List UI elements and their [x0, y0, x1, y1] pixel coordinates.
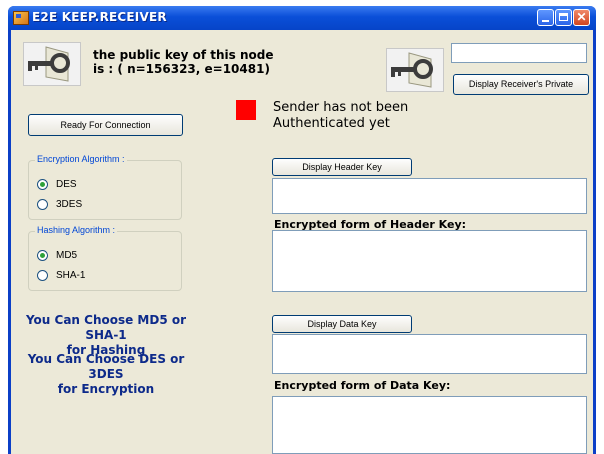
public-key-line2: is : ( n=156323, e=10481): [93, 62, 270, 76]
minimize-button[interactable]: [537, 9, 554, 26]
encryption-note-line1: You Can Choose DES or 3DES: [27, 352, 185, 381]
minimize-icon: [542, 20, 549, 22]
window-title: E2E KEEP.RECEIVER: [32, 10, 167, 24]
radio-des-button[interactable]: [37, 179, 48, 190]
radio-sha1-button[interactable]: [37, 270, 48, 281]
display-data-key-button[interactable]: Display Data Key: [272, 315, 412, 333]
radio-sha1[interactable]: SHA-1: [37, 270, 85, 281]
data-key-field[interactable]: [272, 334, 587, 374]
radio-md5[interactable]: MD5: [37, 250, 77, 261]
auth-status-indicator: [236, 100, 256, 120]
maximize-icon: [559, 13, 568, 21]
header-key-field[interactable]: [272, 178, 587, 214]
radio-des[interactable]: DES: [37, 179, 77, 190]
ready-for-connection-button[interactable]: Ready For Connection: [28, 114, 183, 136]
radio-3des[interactable]: 3DES: [37, 199, 82, 210]
app-window: E2E KEEP.RECEIVER ✕ the public key of th…: [8, 6, 596, 454]
auth-status-line2: Authenticated yet: [273, 116, 390, 131]
radio-3des-button[interactable]: [37, 199, 48, 210]
radio-md5-button[interactable]: [37, 250, 48, 261]
maximize-button[interactable]: [555, 9, 572, 26]
encryption-algorithm-group: Encryption Algorithm : DES 3DES: [28, 154, 182, 220]
hashing-algorithm-group: Hashing Algorithm : MD5 SHA-1: [28, 225, 182, 291]
public-key-text: the public key of this node is : ( n=156…: [93, 48, 274, 76]
auth-status-text: Sender has not been Authenticated yet: [273, 100, 408, 132]
hashing-note-line1: You Can Choose MD5 or SHA-1: [25, 313, 187, 342]
encryption-note: You Can Choose DES or 3DES for Encryptio…: [11, 352, 201, 397]
client-area: the public key of this node is : ( n=156…: [11, 30, 593, 454]
key-icon: [23, 42, 81, 86]
display-receiver-private-button[interactable]: Display Receiver's Private: [453, 74, 589, 95]
receiver-private-field[interactable]: [451, 43, 587, 63]
close-button[interactable]: ✕: [573, 9, 590, 26]
encryption-group-title: Encryption Algorithm :: [35, 154, 127, 164]
radio-sha1-label: SHA-1: [56, 270, 86, 282]
auth-status-line1: Sender has not been: [273, 100, 409, 115]
encrypted-data-key-field[interactable]: [272, 396, 587, 454]
radio-3des-label: 3DES: [56, 199, 83, 211]
encryption-note-line2: for Encryption: [57, 382, 155, 396]
hashing-group-title: Hashing Algorithm :: [35, 225, 118, 235]
encrypted-header-key-field[interactable]: [272, 230, 587, 292]
public-key-line1: the public key of this node: [93, 48, 274, 62]
display-header-key-button[interactable]: Display Header Key: [272, 158, 412, 176]
title-bar[interactable]: E2E KEEP.RECEIVER ✕: [8, 6, 596, 30]
radio-des-label: DES: [56, 179, 77, 191]
app-icon[interactable]: [13, 11, 29, 25]
radio-md5-label: MD5: [56, 250, 78, 262]
encrypted-data-key-label: Encrypted form of Data Key:: [274, 379, 451, 392]
key-icon: [386, 48, 444, 92]
